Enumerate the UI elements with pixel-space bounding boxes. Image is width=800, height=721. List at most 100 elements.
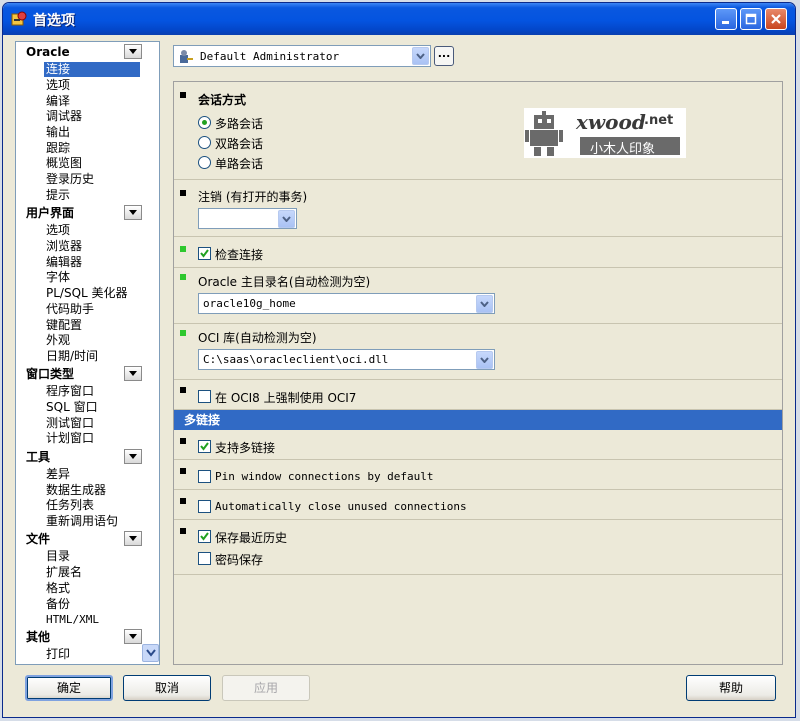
close-icon: [771, 14, 781, 24]
ok-button[interactable]: 确定: [25, 675, 113, 701]
pin-window-checkbox[interactable]: [198, 470, 211, 483]
apply-button[interactable]: 应用: [222, 675, 310, 701]
session-dual-radio[interactable]: [198, 136, 211, 149]
section-marker: [180, 468, 186, 474]
profile-more-button[interactable]: ...: [434, 46, 454, 66]
chevron-down-icon[interactable]: [124, 629, 142, 644]
checkmark-icon: [200, 442, 209, 451]
tree-item[interactable]: 字体: [44, 270, 72, 285]
section-marker: [180, 190, 186, 196]
tree-item[interactable]: 编译: [44, 94, 72, 109]
oci-library-select[interactable]: C:\saas\oracleclient\oci.dll: [198, 349, 495, 370]
multi-support-label[interactable]: 支持多链接: [215, 439, 275, 456]
tree-item[interactable]: 调试器: [44, 109, 84, 124]
chevron-down-icon[interactable]: [412, 47, 429, 65]
tree-item[interactable]: HTML/XML: [44, 612, 101, 627]
tree-item[interactable]: 目录: [44, 549, 72, 564]
chevron-down-icon[interactable]: [278, 210, 295, 228]
tree-group-other[interactable]: 其他: [18, 629, 142, 645]
pin-window-label[interactable]: Pin window connections by default: [215, 470, 434, 483]
oracle-home-select[interactable]: oracle10g_home: [198, 293, 495, 314]
save-history-label[interactable]: 保存最近历史: [215, 529, 287, 546]
tree-item-connection[interactable]: 连接: [44, 62, 140, 77]
logoff-select[interactable]: [198, 208, 297, 229]
tree-item[interactable]: 差异: [44, 467, 72, 482]
tree-item[interactable]: 登录历史: [44, 172, 96, 187]
cancel-button[interactable]: 取消: [123, 675, 211, 701]
auto-close-checkbox[interactable]: [198, 500, 211, 513]
chevron-down-icon[interactable]: [124, 366, 142, 381]
tree-group-tools[interactable]: 工具: [18, 449, 142, 465]
tree-group-label: 工具: [26, 450, 51, 464]
tree-item[interactable]: 输出: [44, 125, 72, 140]
tree-group-oracle[interactable]: Oracle: [18, 44, 142, 60]
tree-item[interactable]: 任务列表: [44, 498, 96, 513]
tree-group-user-interface[interactable]: 用户界面: [18, 205, 142, 221]
tree-item[interactable]: 选项: [44, 78, 72, 93]
save-history-checkbox[interactable]: [198, 530, 211, 543]
logo-suffix: .net: [644, 113, 674, 128]
minimize-button[interactable]: [715, 8, 737, 30]
auto-close-label[interactable]: Automatically close unused connections: [215, 500, 467, 513]
tree-item[interactable]: 测试窗口: [44, 416, 96, 431]
chevron-down-icon[interactable]: [476, 351, 493, 369]
tree-item[interactable]: PL/SQL 美化器: [44, 286, 130, 301]
tree-item[interactable]: 编辑器: [44, 255, 84, 270]
tree-item[interactable]: 浏览器: [44, 239, 84, 254]
tree-item[interactable]: 格式: [44, 581, 72, 596]
chevron-down-icon[interactable]: [124, 531, 142, 546]
tree-item[interactable]: 扩展名: [44, 565, 84, 580]
tree-item[interactable]: 键配置: [44, 318, 84, 333]
help-button[interactable]: 帮助: [686, 675, 776, 701]
tree-item[interactable]: 计划窗口: [44, 431, 96, 446]
multi-support-checkbox[interactable]: [198, 440, 211, 453]
force-oci7-label[interactable]: 在 OCI8 上强制使用 OCI7: [215, 389, 356, 406]
close-button[interactable]: [765, 8, 787, 30]
section-marker-green: [180, 246, 186, 252]
tree-item[interactable]: 数据生成器: [44, 483, 108, 498]
oci-library-section: OCI 库(自动检测为空) C:\saas\oracleclient\oci.d…: [174, 324, 782, 380]
title-bar[interactable]: 首选项: [3, 3, 795, 35]
section-marker-green: [180, 274, 186, 280]
tree-item[interactable]: 提示: [44, 188, 72, 203]
tree-item[interactable]: 打印: [44, 647, 72, 662]
force-oci7-section: 在 OCI8 上强制使用 OCI7: [174, 380, 782, 410]
category-tree[interactable]: Oracle 连接 选项 编译 调试器 输出 跟踪 概览图 登录历史 提示 用户…: [15, 41, 160, 665]
tree-item[interactable]: 代码助手: [44, 302, 96, 317]
tree-item[interactable]: 外观: [44, 333, 72, 348]
save-password-checkbox[interactable]: [198, 552, 211, 565]
tree-item[interactable]: 跟踪: [44, 141, 72, 156]
chevron-down-icon[interactable]: [124, 44, 142, 59]
session-multi-radio[interactable]: [198, 116, 211, 129]
force-oci7-checkbox[interactable]: [198, 390, 211, 403]
tree-item[interactable]: SQL 窗口: [44, 400, 100, 415]
settings-panel: 会话方式 多路会话 双路会话 单路会话 xwood .net 小木人印象 注销 …: [173, 81, 783, 665]
section-marker: [180, 498, 186, 504]
chevron-down-icon[interactable]: [124, 205, 142, 220]
preferences-window: 首选项 Oracle 连接 选项 编译 调试器 输出 跟踪 概览图 登录历史 提…: [2, 2, 796, 718]
section-marker-green: [180, 330, 186, 336]
tree-item[interactable]: 概览图: [44, 156, 84, 171]
tree-group-files[interactable]: 文件: [18, 531, 142, 547]
maximize-button[interactable]: [740, 8, 762, 30]
tree-item[interactable]: 重新调用语句: [44, 514, 120, 529]
profile-select[interactable]: Default Administrator: [173, 45, 431, 67]
session-single-radio[interactable]: [198, 156, 211, 169]
session-dual-label[interactable]: 双路会话: [215, 135, 263, 152]
check-connection-label[interactable]: 检查连接: [215, 246, 263, 263]
check-connection-section: 检查连接: [174, 237, 782, 268]
tree-item[interactable]: 选项: [44, 223, 72, 238]
session-single-label[interactable]: 单路会话: [215, 155, 263, 172]
tree-group-window-types[interactable]: 窗口类型: [18, 366, 142, 382]
chevron-down-icon[interactable]: [124, 449, 142, 464]
tree-item[interactable]: 备份: [44, 597, 72, 612]
tree-item[interactable]: 日期/时间: [44, 349, 100, 364]
tree-item[interactable]: 程序窗口: [44, 384, 96, 399]
chevron-down-icon[interactable]: [476, 295, 493, 313]
auto-close-section: Automatically close unused connections: [174, 490, 782, 520]
scroll-down-button[interactable]: [142, 644, 159, 662]
save-password-label[interactable]: 密码保存: [215, 551, 263, 568]
check-connection-checkbox[interactable]: [198, 247, 211, 260]
session-multi-label[interactable]: 多路会话: [215, 115, 263, 132]
section-marker: [180, 528, 186, 534]
